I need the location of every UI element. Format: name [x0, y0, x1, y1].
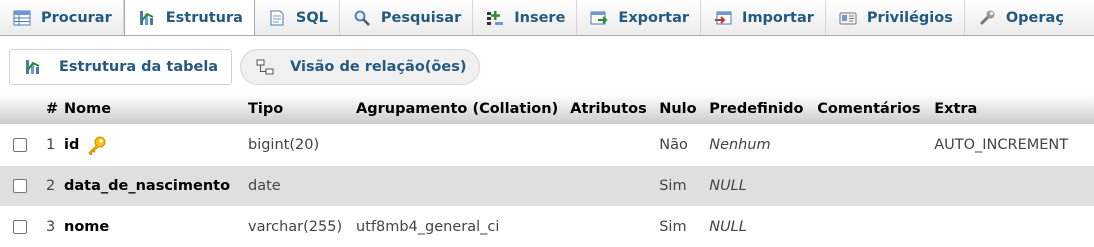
search-icon [353, 9, 371, 27]
table-row: 2 data_de_nascimento date Sim NULL [0, 166, 1094, 207]
tab-structure-label: Estrutura [166, 10, 243, 26]
header-null: Nulo [653, 94, 703, 125]
header-attributes: Atributos [564, 94, 653, 125]
column-attributes [564, 125, 653, 166]
subtab-table-structure[interactable]: Estrutura da tabela [9, 49, 232, 85]
subtab-relation-view-label: Visão de relação(ões) [290, 59, 466, 75]
row-checkbox[interactable] [13, 179, 27, 193]
tab-structure[interactable]: Estrutura [124, 0, 255, 36]
column-collation: utf8mb4_general_ci [350, 207, 564, 247]
row-number: 2 [40, 166, 62, 207]
sql-icon [268, 9, 286, 27]
column-type: bigint(20) [242, 125, 350, 166]
column-default: NULL [703, 207, 811, 247]
tab-import-label: Importar [742, 10, 814, 26]
header-default: Predefinido [703, 94, 811, 125]
column-null: Não [653, 125, 703, 166]
import-icon [714, 9, 732, 27]
column-collation [350, 166, 564, 207]
tab-privileges[interactable]: Privilégios [826, 0, 965, 35]
column-extra [928, 207, 1094, 247]
column-null: Sim [653, 166, 703, 207]
tab-search[interactable]: Pesquisar [340, 0, 473, 35]
table-row: 1 id bigint(20) Não Nenhum AUTO_INCREMEN… [0, 125, 1094, 166]
structure-table: # Nome Tipo Agrupamento (Collation) Atri… [0, 94, 1094, 247]
table-row: 3 nome varchar(255) utf8mb4_general_ci S… [0, 207, 1094, 247]
row-checkbox[interactable] [13, 138, 27, 152]
header-collation: Agrupamento (Collation) [350, 94, 564, 125]
tab-import[interactable]: Importar [701, 0, 826, 35]
tab-search-label: Pesquisar [381, 10, 461, 26]
column-comments [811, 166, 928, 207]
tab-sql[interactable]: SQL [255, 0, 340, 35]
primary-key-icon [87, 135, 107, 155]
tab-privileges-label: Privilégios [867, 10, 953, 26]
structure-subtabs: Estrutura da tabela Visão de relação(ões… [9, 49, 488, 85]
subtab-table-structure-label: Estrutura da tabela [59, 59, 218, 75]
column-extra [928, 166, 1094, 207]
row-checkbox[interactable] [13, 220, 27, 234]
export-icon [590, 9, 608, 27]
operations-icon [978, 9, 996, 27]
relation-icon [254, 58, 276, 76]
row-number: 1 [40, 125, 62, 166]
structure-icon [23, 58, 45, 76]
privileges-icon [839, 9, 857, 27]
tab-sql-label: SQL [296, 10, 328, 26]
header-comments: Comentários [811, 94, 928, 125]
structure-icon [138, 9, 156, 27]
header-name: Nome [62, 94, 242, 125]
column-default: NULL [703, 166, 811, 207]
column-comments [811, 125, 928, 166]
subtab-relation-view[interactable]: Visão de relação(ões) [240, 49, 480, 85]
tab-insert[interactable]: Insere [473, 0, 577, 35]
tab-export-label: Exportar [618, 10, 689, 26]
column-null: Sim [653, 207, 703, 247]
column-attributes [564, 166, 653, 207]
column-name: nome [64, 219, 109, 235]
column-type: varchar(255) [242, 207, 350, 247]
row-number: 3 [40, 207, 62, 247]
column-type: date [242, 166, 350, 207]
header-checkbox-col [0, 94, 40, 125]
browse-icon [13, 9, 31, 27]
column-attributes [564, 207, 653, 247]
insert-icon [486, 9, 504, 27]
column-extra: AUTO_INCREMENT [928, 125, 1094, 166]
tab-browse[interactable]: Procurar [0, 0, 124, 35]
table-header-row: # Nome Tipo Agrupamento (Collation) Atri… [0, 94, 1094, 125]
column-comments [811, 207, 928, 247]
header-extra: Extra [928, 94, 1094, 125]
tab-export[interactable]: Exportar [577, 0, 701, 35]
tab-browse-label: Procurar [41, 10, 112, 26]
tab-insert-label: Insere [514, 10, 565, 26]
column-name: data_de_nascimento [64, 178, 230, 194]
tab-operations-label: Operaç [1006, 10, 1064, 26]
header-number: # [40, 94, 62, 125]
top-tab-bar: Procurar Estrutura SQL Pesquisar Insere … [0, 0, 1094, 36]
column-collation [350, 125, 564, 166]
tab-operations[interactable]: Operaç [965, 0, 1075, 35]
column-default: Nenhum [703, 125, 811, 166]
column-name: id [64, 137, 79, 153]
header-type: Tipo [242, 94, 350, 125]
